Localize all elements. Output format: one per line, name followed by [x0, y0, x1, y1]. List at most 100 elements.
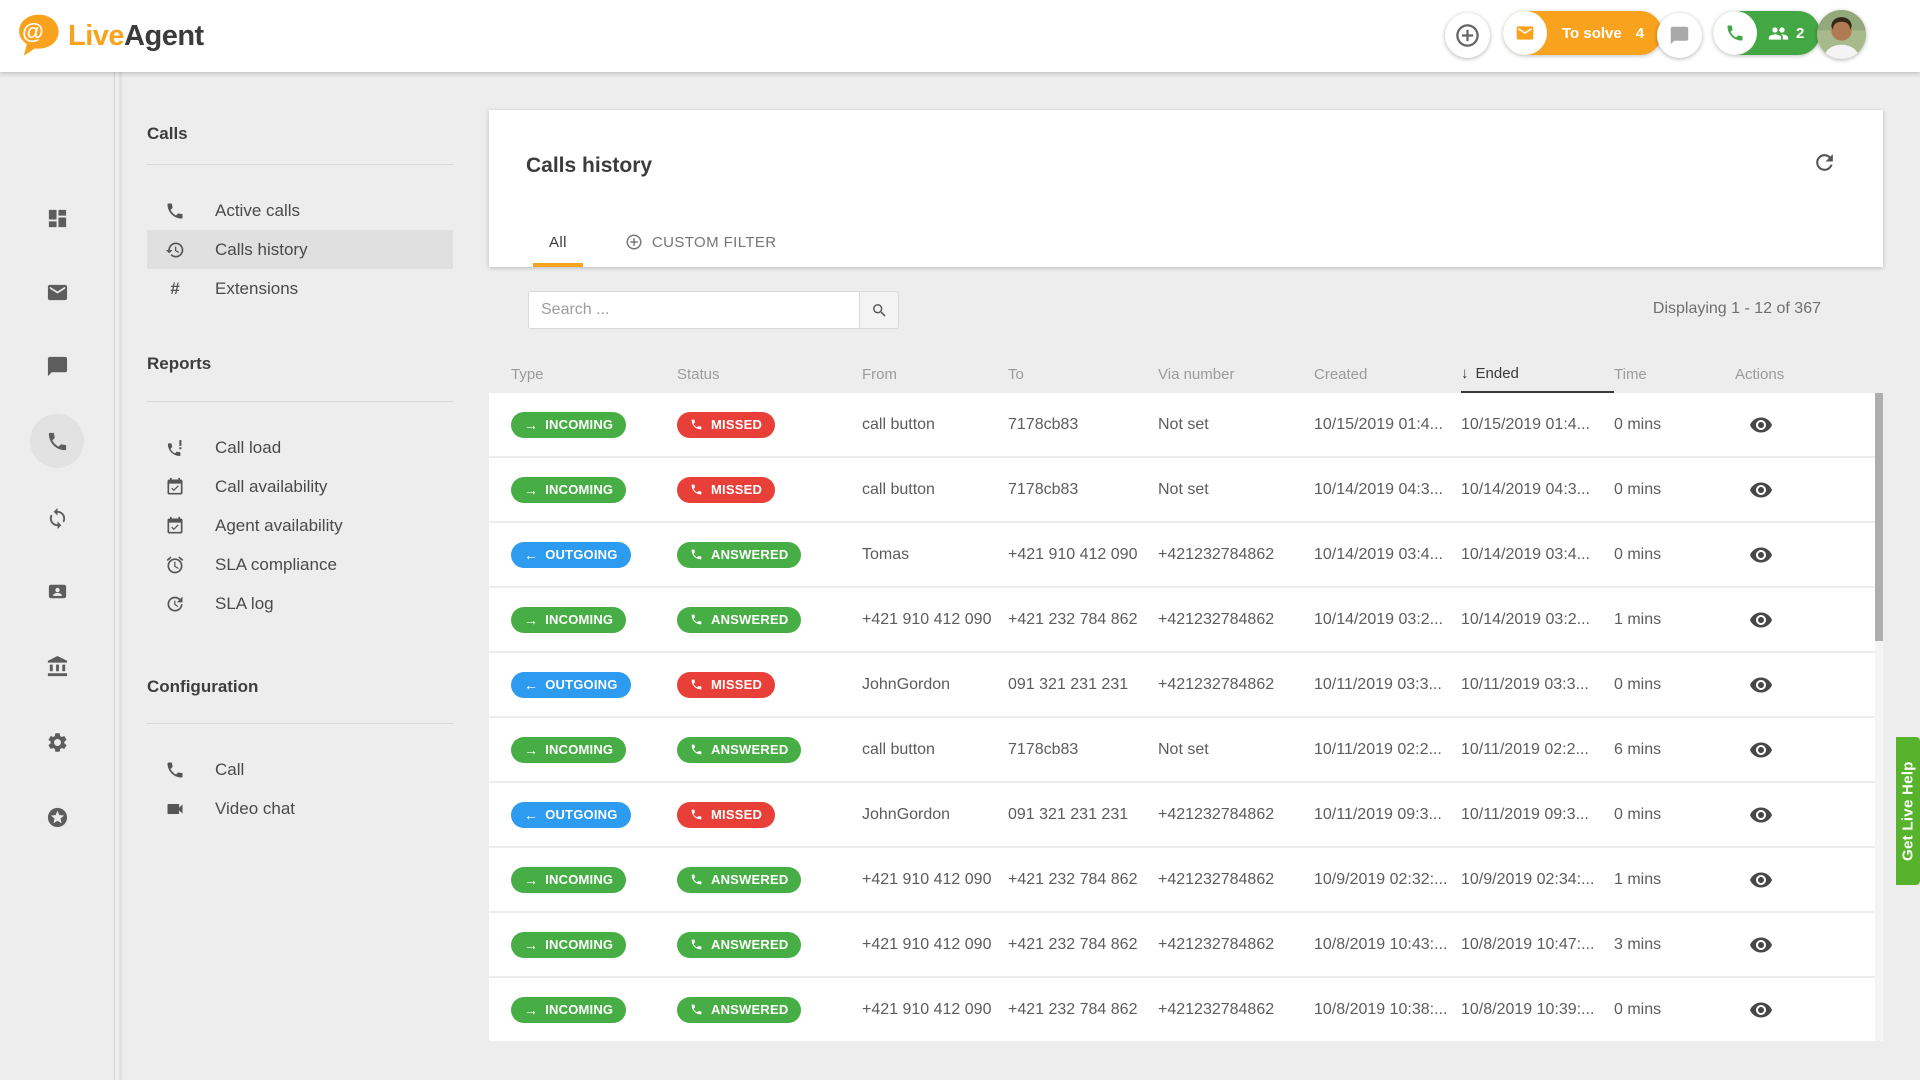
table-row[interactable]: →INCOMINGANSWERED+421 910 412 090+421 23… [489, 913, 1877, 976]
menu-item-label: Active calls [215, 201, 300, 221]
column-header-from[interactable]: From [862, 355, 1008, 393]
cell-time: 0 mins [1614, 546, 1735, 564]
table-scrollbar-track[interactable] [1875, 393, 1883, 1041]
rail-item-phone[interactable] [30, 414, 84, 468]
menu-item-label: Extensions [215, 279, 298, 299]
rail-item-sync[interactable] [30, 491, 84, 545]
create-new-button[interactable] [1445, 13, 1490, 58]
calls-history-panel: Calls history AllCUSTOM FILTER [489, 110, 1883, 267]
to-solve-label: To solve [1562, 25, 1622, 42]
cell-to: 7178cb83 [1008, 481, 1158, 499]
rail-item-star-circle[interactable] [30, 790, 84, 844]
view-call-eye-icon[interactable] [1749, 608, 1773, 632]
rail-item-chat[interactable] [30, 339, 84, 393]
rail-item-bank[interactable] [30, 639, 84, 693]
cell-via-number: +421232784862 [1158, 871, 1314, 889]
clock-refresh-icon [165, 594, 185, 614]
column-header-actions[interactable]: Actions [1735, 355, 1877, 393]
column-header-status[interactable]: Status [677, 355, 862, 393]
table-row[interactable]: →INCOMINGMISSEDcall button7178cb83Not se… [489, 393, 1877, 456]
rail-item-dashboard[interactable] [30, 191, 84, 245]
column-header-label: Status [677, 366, 720, 383]
call-status-badge: MISSED [677, 412, 775, 438]
rail-item-gear[interactable] [30, 715, 84, 769]
table-row[interactable]: ←OUTGOINGANSWEREDTomas+421 910 412 090+4… [489, 523, 1877, 586]
arrow-left-icon: ← [524, 547, 538, 563]
column-header-via-number[interactable]: Via number [1158, 355, 1314, 393]
menu-item-call-load[interactable]: Call load [147, 428, 453, 467]
table-header-row: TypeStatus From ToVia numberCreated↓EndedT… [489, 355, 1877, 393]
calls-status-button[interactable]: 2 [1713, 11, 1820, 55]
view-call-eye-icon[interactable] [1749, 413, 1773, 437]
rail-item-mail[interactable] [30, 265, 84, 319]
menu-item-video-chat[interactable]: Video chat [147, 789, 453, 828]
column-header-to[interactable]: To [1008, 355, 1158, 393]
view-call-eye-icon[interactable] [1749, 543, 1773, 567]
column-header-time[interactable]: Time [1614, 355, 1735, 393]
column-header-label: From [862, 366, 897, 383]
call-type-badge: ←OUTGOING [511, 802, 631, 828]
cell-created: 10/11/2019 03:3... [1314, 676, 1461, 694]
cell-via-number: +421232784862 [1158, 806, 1314, 824]
call-type-badge: →INCOMING [511, 737, 626, 763]
cell-via-number: Not set [1158, 481, 1314, 499]
get-live-help-tab[interactable]: Get Live Help [1896, 737, 1920, 885]
rail-item-contacts[interactable] [30, 564, 84, 618]
menu-item-extensions[interactable]: #Extensions [147, 269, 453, 308]
view-call-eye-icon[interactable] [1749, 478, 1773, 502]
table-row[interactable]: →INCOMINGANSWERED+421 910 412 090+421 23… [489, 848, 1877, 911]
view-call-eye-icon[interactable] [1749, 803, 1773, 827]
tab-all[interactable]: All [533, 221, 583, 267]
call-type-badge: →INCOMING [511, 867, 626, 893]
menu-item-active-calls[interactable]: Active calls [147, 191, 453, 230]
menu-item-call[interactable]: Call [147, 750, 453, 789]
plus-circle-icon [625, 233, 643, 251]
view-call-eye-icon[interactable] [1749, 868, 1773, 892]
chats-button[interactable] [1657, 13, 1702, 58]
cell-created: 10/14/2019 03:2... [1314, 611, 1461, 629]
tab-custom-filter[interactable]: CUSTOM FILTER [609, 221, 793, 267]
menu-item-label: Call [215, 760, 244, 780]
table-scrollbar-thumb[interactable] [1875, 393, 1883, 641]
menu-item-label: SLA log [215, 594, 274, 614]
search-button[interactable] [860, 291, 899, 329]
column-header-ended[interactable]: ↓Ended [1461, 355, 1614, 393]
cell-via-number: +421232784862 [1158, 676, 1314, 694]
table-row[interactable]: ←OUTGOINGMISSEDJohnGordon091 321 231 231… [489, 653, 1877, 716]
table-row[interactable]: →INCOMINGANSWERED+421 910 412 090+421 23… [489, 978, 1877, 1041]
table-row[interactable]: ←OUTGOINGMISSEDJohnGordon091 321 231 231… [489, 783, 1877, 846]
call-type-badge: →INCOMING [511, 997, 626, 1023]
view-call-eye-icon[interactable] [1749, 998, 1773, 1022]
search-input[interactable] [528, 291, 860, 329]
menu-item-sla-log[interactable]: SLA log [147, 584, 453, 623]
table-row[interactable]: →INCOMINGANSWEREDcall button7178cb83Not … [489, 718, 1877, 781]
arrow-right-icon: → [524, 482, 538, 498]
refresh-icon[interactable] [1812, 150, 1837, 175]
menu-item-agent-availability[interactable]: Agent availability [147, 506, 453, 545]
view-call-eye-icon[interactable] [1749, 933, 1773, 957]
liveagent-logo[interactable]: @ LiveAgent [14, 0, 204, 72]
table-row[interactable]: →INCOMINGMISSEDcall button7178cb83Not se… [489, 458, 1877, 521]
search-icon [871, 302, 888, 319]
column-header-label: Time [1614, 366, 1647, 383]
cell-time: 0 mins [1614, 1001, 1735, 1019]
cell-to: +421 232 784 862 [1008, 611, 1158, 629]
column-header-type[interactable]: Type [511, 355, 677, 393]
menu-item-call-availability[interactable]: Call availability [147, 467, 453, 506]
table-row[interactable]: →INCOMINGANSWERED+421 910 412 090+421 23… [489, 588, 1877, 651]
pagination-info: Displaying 1 - 12 of 367 [1653, 300, 1821, 318]
cell-time: 3 mins [1614, 936, 1735, 954]
avatar[interactable] [1817, 10, 1866, 59]
menu-item-calls-history[interactable]: Calls history [147, 230, 453, 269]
view-call-eye-icon[interactable] [1749, 738, 1773, 762]
column-header-created[interactable]: Created [1314, 355, 1461, 393]
menu-divider [147, 401, 453, 402]
to-solve-count: 4 [1636, 25, 1644, 42]
chat-icon [46, 355, 69, 378]
menu-item-label: Agent availability [215, 516, 343, 536]
cell-from: +421 910 412 090 [862, 1001, 1008, 1019]
menu-item-sla-compliance[interactable]: SLA compliance [147, 545, 453, 584]
brand-agent: Agent [124, 20, 204, 52]
view-call-eye-icon[interactable] [1749, 673, 1773, 697]
to-solve-button[interactable]: To solve 4 [1503, 11, 1662, 55]
